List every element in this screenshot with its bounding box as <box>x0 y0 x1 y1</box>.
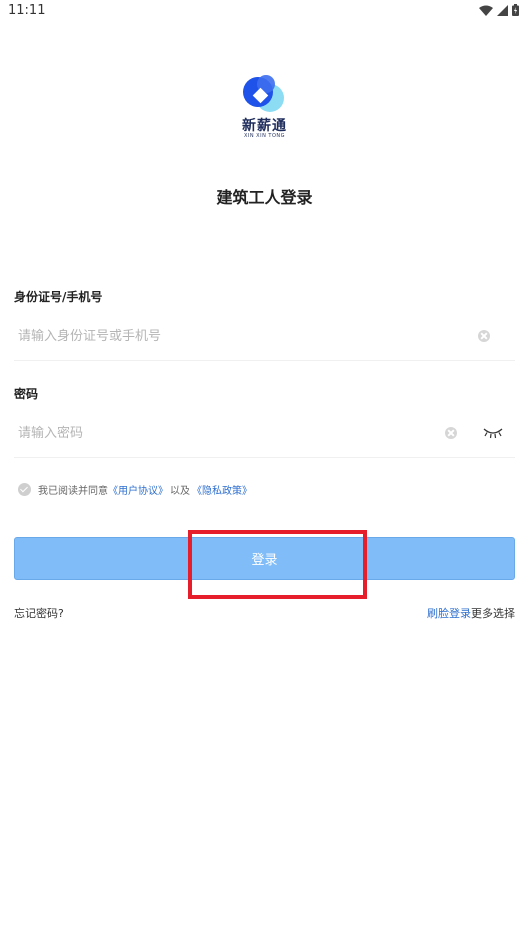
wifi-icon <box>479 5 493 16</box>
user-agreement-link[interactable]: 《用户协议》 <box>108 482 168 497</box>
login-button[interactable]: 登录 <box>14 537 515 580</box>
face-login-link[interactable]: 刷脸登录 <box>427 607 471 620</box>
brand-subtitle: XIN XIN TONG <box>243 133 286 139</box>
signal-icon <box>497 4 508 16</box>
clear-icon[interactable] <box>478 330 490 342</box>
app-logo <box>243 75 284 112</box>
agreement-and: 以及 <box>170 486 190 497</box>
page-title: 建筑工人登录 <box>216 188 313 207</box>
account-label: 身份证号/手机号 <box>14 290 103 304</box>
status-bar: 11:11 <box>0 0 529 22</box>
password-input[interactable] <box>18 408 438 458</box>
password-input-row <box>14 408 515 458</box>
eye-closed-icon[interactable] <box>482 426 504 440</box>
privacy-policy-link[interactable]: 《隐私政策》 <box>192 482 252 497</box>
checkbox-check-icon[interactable] <box>18 483 31 496</box>
clear-icon[interactable] <box>445 427 457 439</box>
more-options: 刷脸登录更多选择 <box>427 605 515 621</box>
account-input-row <box>14 311 515 361</box>
status-time: 11:11 <box>8 3 46 18</box>
password-label: 密码 <box>14 387 39 401</box>
account-input[interactable] <box>18 311 438 361</box>
forgot-password-link[interactable]: 忘记密码? <box>14 605 64 621</box>
more-options-link[interactable]: 更多选择 <box>471 607 515 620</box>
brand-name: 新薪通 <box>242 118 287 134</box>
battery-icon <box>512 4 519 16</box>
status-icons <box>479 4 519 16</box>
agreement-prefix: 我已阅读并同意 <box>38 486 108 497</box>
agreement-row: 我已阅读并同意 《用户协议》 以及 《隐私政策》 <box>18 482 252 497</box>
